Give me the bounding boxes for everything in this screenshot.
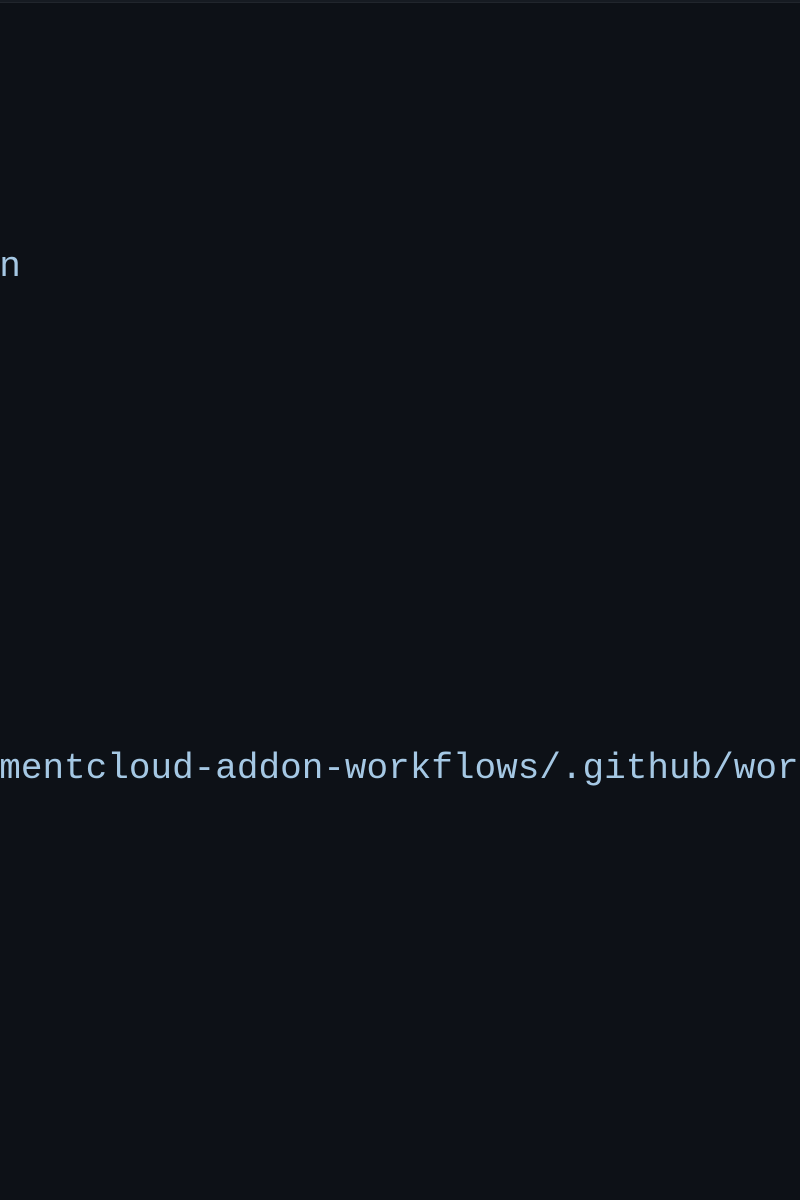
code-editor[interactable]: branch_main uses: documentcloud-addon-wo…: [0, 16, 800, 600]
code-line: branch_main: [0, 239, 540, 295]
code-content: branch_main uses: documentcloud-addon-wo…: [0, 128, 540, 1200]
editor-top-border: [0, 0, 800, 3]
code-line: uses: documentcloud-addon-workflows/.git…: [0, 741, 540, 797]
